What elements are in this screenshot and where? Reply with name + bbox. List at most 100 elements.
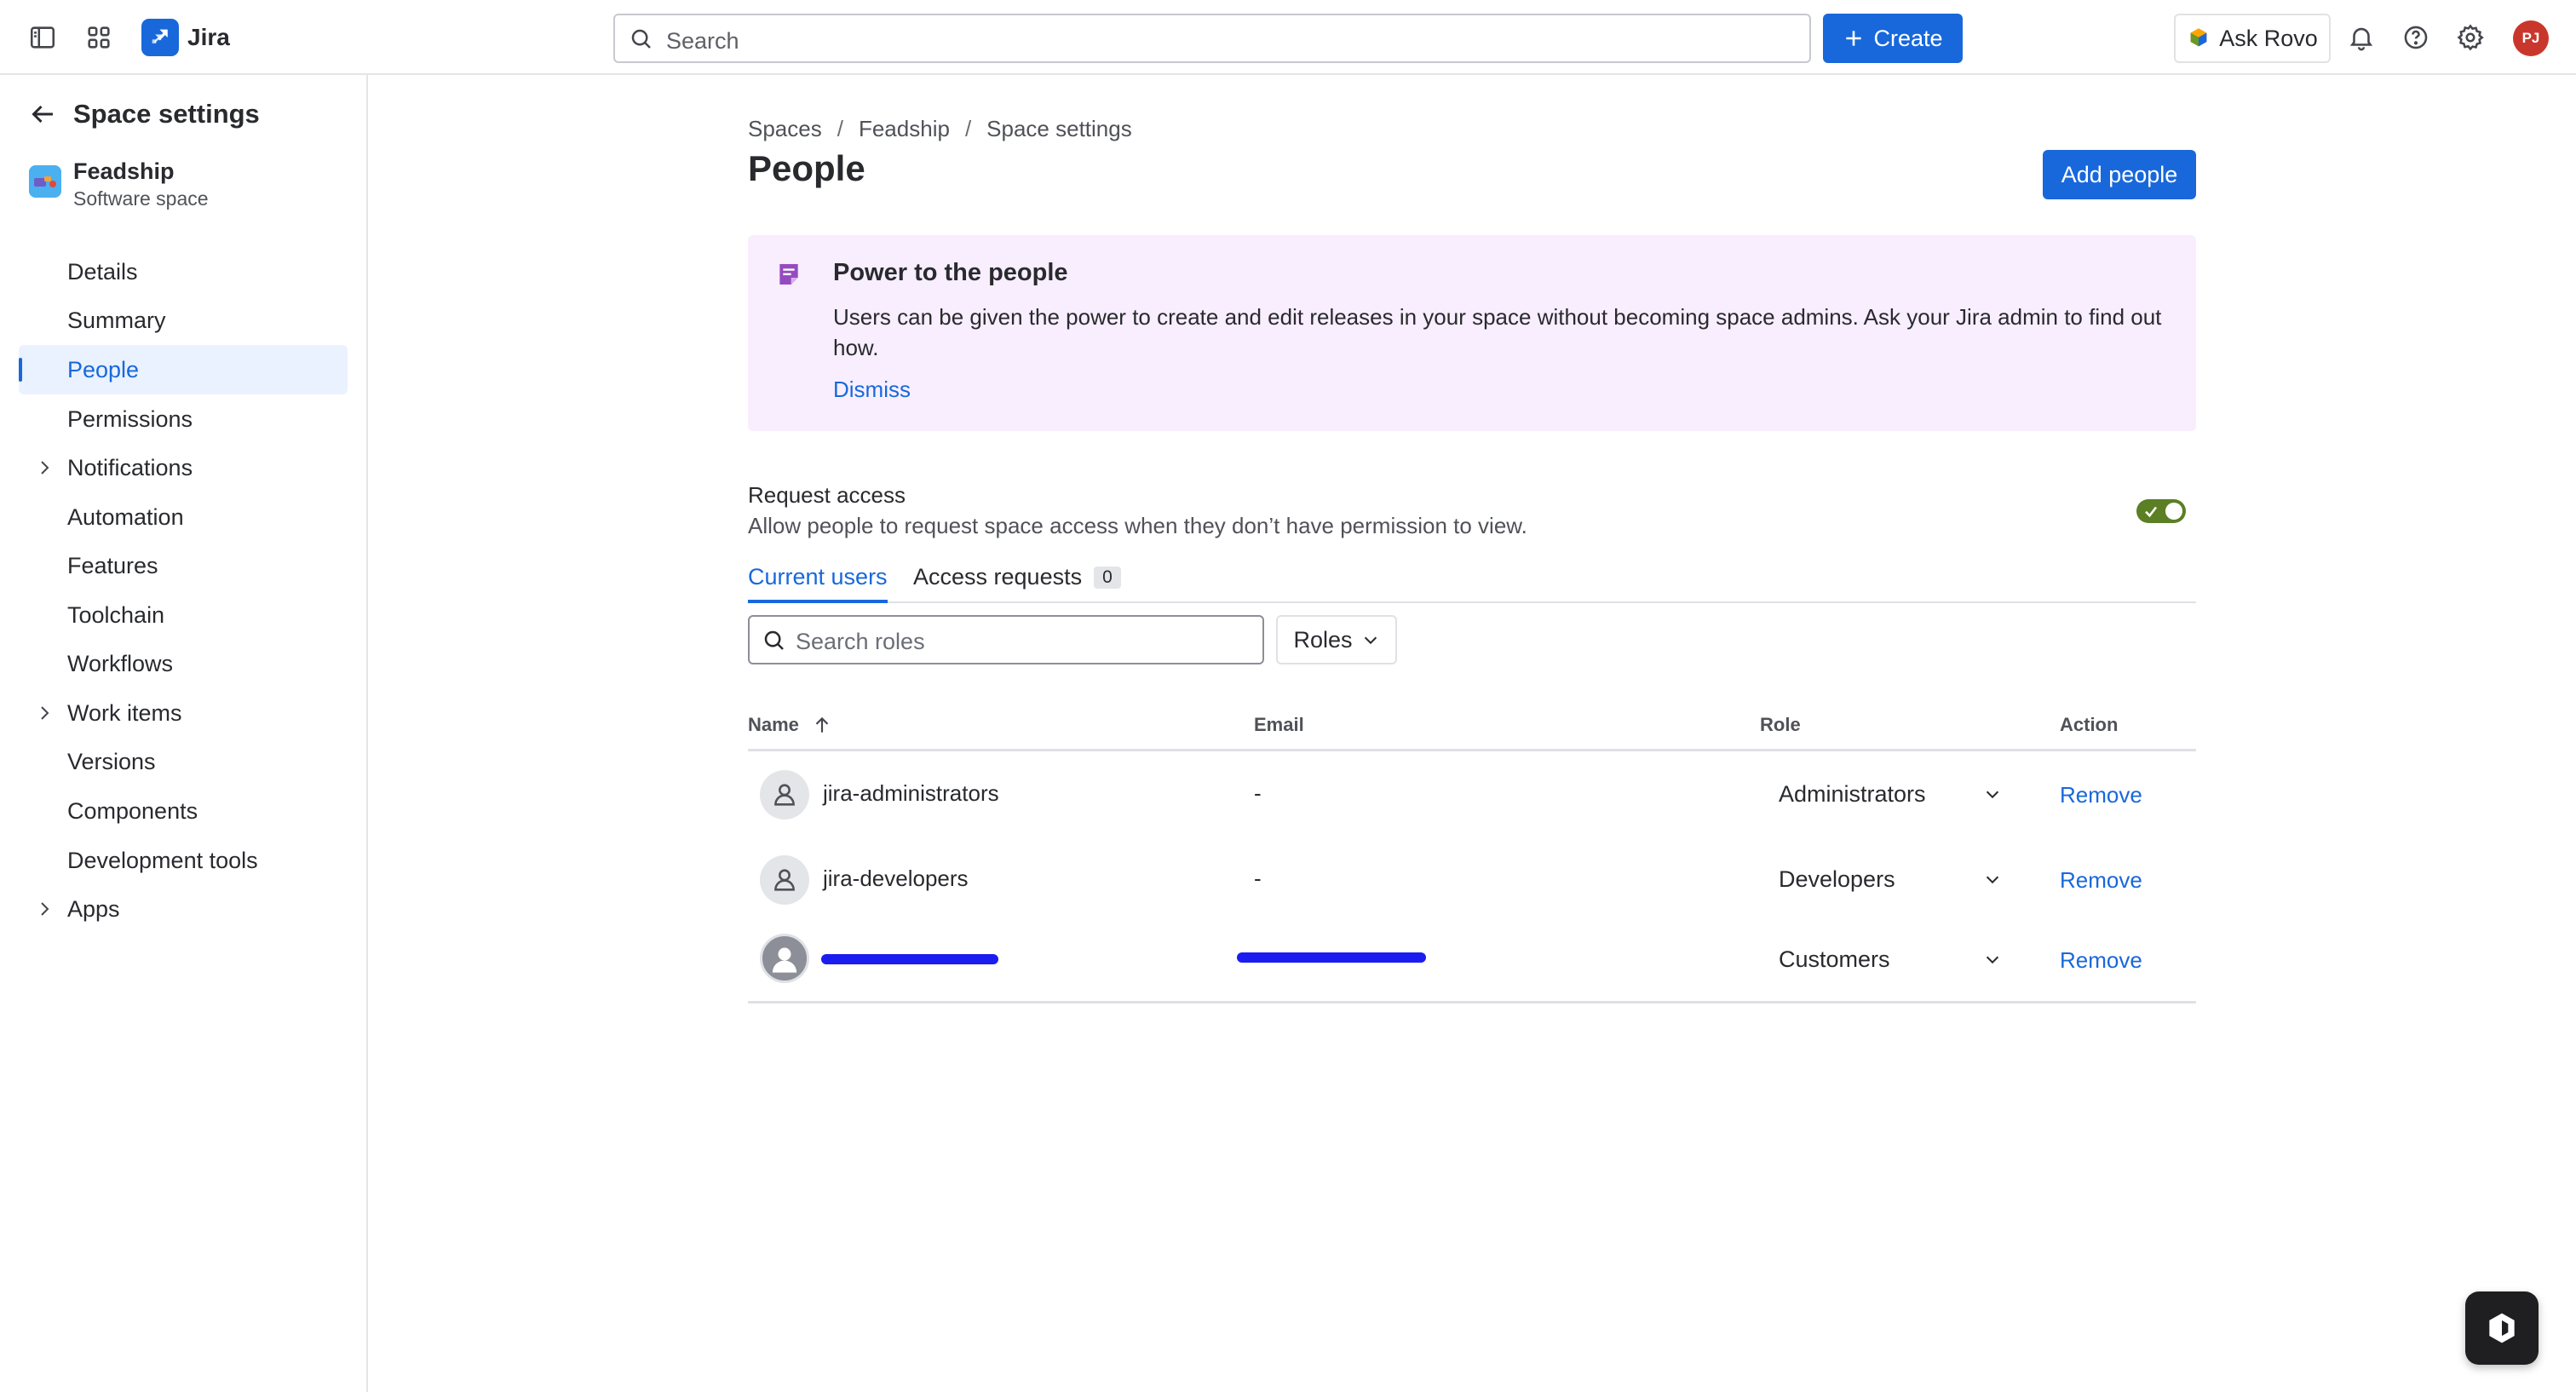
search-icon	[631, 29, 651, 49]
remove-link[interactable]: Remove	[2060, 947, 2142, 974]
column-name-label: Name	[748, 714, 799, 735]
ask-rovo-label: Ask Rovo	[2219, 25, 2318, 51]
column-header-email: Email	[1254, 714, 1304, 735]
sidebar-item-details[interactable]: Details	[19, 247, 348, 296]
user-avatar[interactable]: PJ	[2513, 20, 2549, 56]
breadcrumb-project[interactable]: Feadship	[859, 116, 950, 142]
request-access-description: Allow people to request space access whe…	[748, 513, 1527, 538]
sort-ascending-arrow-icon[interactable]	[811, 714, 833, 736]
discovery-note-icon	[779, 264, 798, 285]
create-label: Create	[1873, 25, 1943, 51]
role-select[interactable]: Developers	[1777, 855, 2014, 903]
project-icon	[29, 165, 61, 198]
tab-current-users[interactable]: Current users	[748, 564, 888, 603]
column-header-action: Action	[2060, 714, 2119, 735]
sidebar-item-label: Automation	[67, 503, 184, 530]
chevron-down-icon	[1364, 636, 1377, 645]
group-avatar-icon	[760, 770, 809, 820]
people-table: Name Email Role Action jira-administrato…	[748, 707, 2196, 1004]
sidebar-item-features[interactable]: Features	[19, 541, 348, 590]
jira-logo-icon[interactable]	[141, 19, 179, 56]
request-access-toggle[interactable]	[2136, 499, 2186, 523]
roles-filter-dropdown[interactable]: Roles	[1276, 615, 1397, 664]
role-value: Developers	[1779, 866, 1895, 892]
app-switcher-icon[interactable]	[80, 19, 118, 56]
remove-link[interactable]: Remove	[2060, 782, 2142, 808]
role-select[interactable]: Administrators	[1777, 770, 2014, 818]
banner-text: Users can be given the power to create a…	[833, 304, 2162, 360]
plus-icon	[1846, 31, 1862, 46]
sidebar-item-toolchain[interactable]: Toolchain	[19, 590, 348, 640]
back-arrow-icon[interactable]	[27, 99, 58, 129]
table-header: Name Email Role Action	[748, 707, 2196, 751]
people-tabs: Current users Access requests 0	[748, 559, 2196, 603]
sidebar-item-label: Components	[67, 797, 198, 824]
ask-rovo-button[interactable]: Ask Rovo	[2174, 14, 2331, 63]
breadcrumb-space-settings[interactable]: Space settings	[986, 116, 1132, 142]
chevron-right-icon[interactable]	[34, 457, 55, 478]
top-navigation-bar: Jira Search Create Ask Rovo PJ	[0, 0, 2576, 75]
global-search-input[interactable]: Search	[613, 14, 1811, 63]
person-avatar-icon	[760, 934, 809, 983]
sidebar-item-notifications[interactable]: Notifications	[19, 443, 348, 492]
tab-access-requests[interactable]: Access requests 0	[913, 564, 1121, 603]
sidebar-item-apps[interactable]: Apps	[19, 884, 348, 934]
sidebar-item-label: Versions	[67, 748, 156, 774]
breadcrumb: Spaces / Feadship / Space settings	[748, 116, 1132, 142]
settings-gear-icon[interactable]	[2452, 19, 2489, 56]
column-header-role: Role	[1760, 714, 1801, 735]
redacted-email	[1237, 952, 1426, 963]
app-name[interactable]: Jira	[187, 24, 230, 51]
sidebar-item-label: Development tools	[67, 847, 258, 873]
tab-label: Access requests	[913, 564, 1083, 590]
search-placeholder: Search	[666, 28, 739, 54]
sidebar-title: Space settings	[73, 99, 260, 129]
project-type: Software space	[73, 187, 209, 210]
sidebar-item-label: People	[67, 356, 140, 383]
sidebar-item-summary[interactable]: Summary	[19, 296, 348, 345]
request-access-title: Request access	[748, 482, 906, 508]
sidebar-item-label: Work items	[67, 699, 182, 726]
sidebar-item-versions[interactable]: Versions	[19, 737, 348, 786]
breadcrumb-spaces[interactable]: Spaces	[748, 116, 822, 142]
chevron-down-icon	[1986, 956, 1999, 964]
access-requests-count-badge: 0	[1094, 567, 1121, 589]
notifications-bell-icon[interactable]	[2343, 19, 2380, 56]
sidebar-item-label: Permissions	[67, 406, 193, 432]
check-icon	[2145, 506, 2158, 518]
banner-title: Power to the people	[833, 259, 1068, 286]
info-banner: Power to the people Users can be given t…	[748, 235, 2196, 431]
project-name[interactable]: Feadship	[73, 158, 175, 185]
sidebar-item-label: Details	[67, 258, 138, 285]
sidebar-item-automation[interactable]: Automation	[19, 492, 348, 542]
sidebar-item-people[interactable]: People	[19, 345, 348, 394]
sidebar-item-workflows[interactable]: Workflows	[19, 639, 348, 688]
add-people-button[interactable]: Add people	[2043, 150, 2196, 199]
user-name: jira-administrators	[823, 780, 999, 806]
chevron-right-icon[interactable]	[34, 703, 55, 723]
redacted-name	[821, 954, 998, 964]
help-icon[interactable]	[2397, 19, 2435, 56]
sidebar-item-development-tools[interactable]: Development tools	[19, 836, 348, 885]
remove-link[interactable]: Remove	[2060, 867, 2142, 894]
create-button[interactable]: Create	[1823, 14, 1963, 63]
chevron-right-icon[interactable]	[34, 899, 55, 919]
column-header-name[interactable]: Name	[748, 714, 833, 736]
user-email: -	[1254, 780, 1262, 806]
role-select[interactable]: Customers	[1777, 935, 2014, 983]
role-value: Customers	[1779, 946, 1890, 972]
table-row: Customers Remove	[748, 922, 2196, 1004]
help-assistant-button[interactable]	[2465, 1291, 2539, 1365]
sidebar-item-components[interactable]: Components	[19, 786, 348, 836]
sidebar-item-permissions[interactable]: Permissions	[19, 394, 348, 444]
search-roles-placeholder: Search roles	[796, 629, 925, 654]
roles-filter-label: Roles	[1293, 626, 1353, 653]
search-roles-input[interactable]: Search roles	[748, 615, 1264, 664]
sidebar-toggle-icon[interactable]	[24, 19, 61, 56]
sidebar-item-label: Notifications	[67, 454, 193, 480]
toggle-knob	[2165, 503, 2182, 520]
table-row: jira-developers - Developers Remove	[748, 837, 2196, 922]
sidebar-item-work-items[interactable]: Work items	[19, 688, 348, 738]
breadcrumb-separator: /	[964, 116, 972, 141]
dismiss-link[interactable]: Dismiss	[833, 377, 911, 403]
